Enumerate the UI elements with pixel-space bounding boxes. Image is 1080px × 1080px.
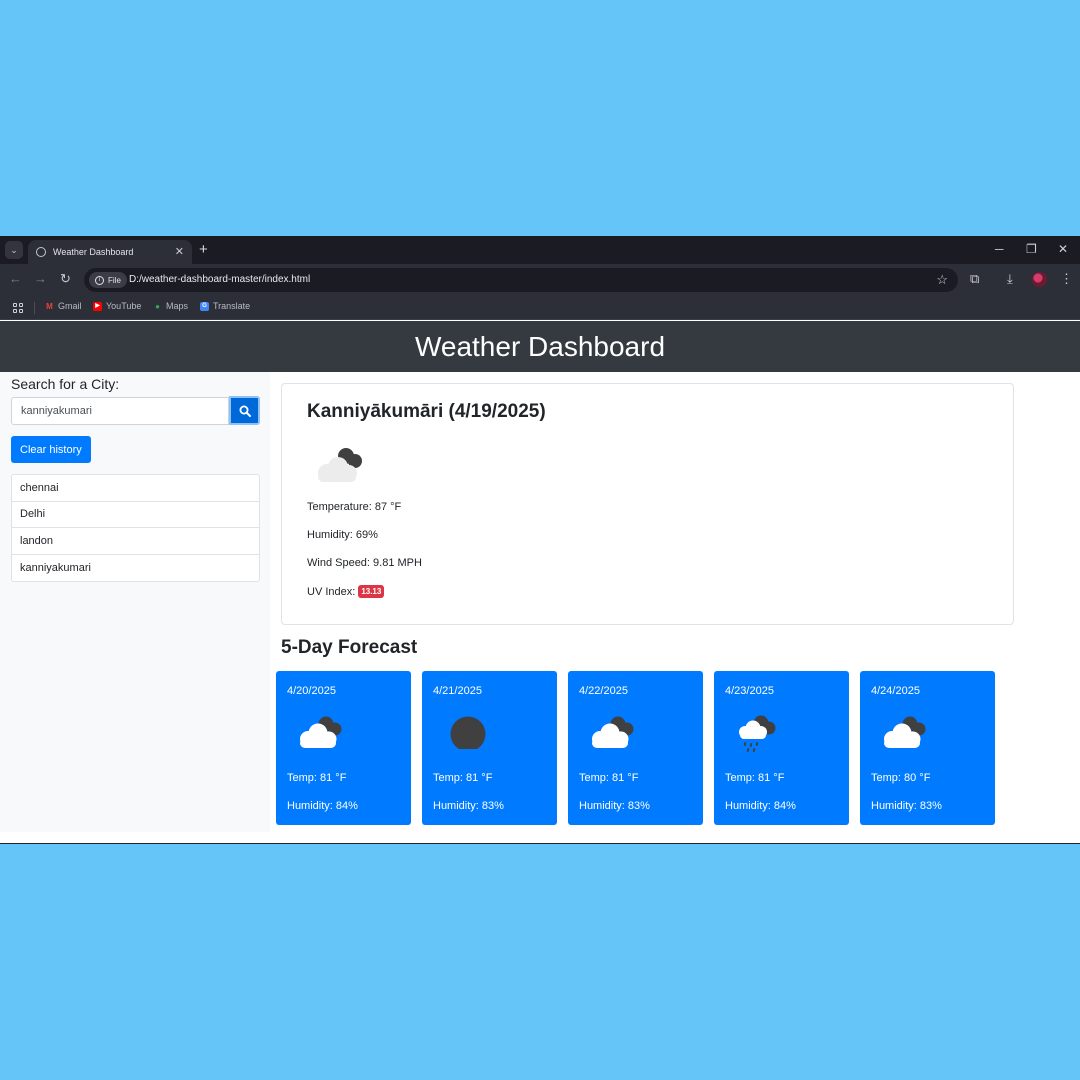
new-tab-icon[interactable]: + — [199, 241, 208, 259]
forecast-humidity: Humidity: 84% — [287, 800, 358, 812]
clear-history-button[interactable]: Clear history — [11, 436, 91, 463]
city-search-input[interactable] — [11, 397, 229, 425]
forecast-temp: Temp: 81 °F — [579, 772, 639, 784]
browser-tab[interactable]: Weather Dashboard ✕ — [28, 240, 192, 264]
forecast-temp: Temp: 80 °F — [871, 772, 931, 784]
history-item[interactable]: Delhi — [12, 502, 259, 528]
bookmark-label: YouTube — [106, 301, 142, 311]
current-humidity: Humidity: 69% — [307, 529, 378, 541]
forecast-humidity: Humidity: 83% — [579, 800, 650, 812]
file-label: File — [108, 275, 121, 285]
tab-search-chevron-icon[interactable]: ⌄ — [5, 241, 23, 259]
cloudy-icon — [592, 716, 634, 748]
forecast-humidity: Humidity: 84% — [725, 800, 796, 812]
bookmark-maps[interactable]: ● Maps — [153, 301, 188, 311]
browser-window: ⌄ Weather Dashboard ✕ + ─ ❐ ✕ ← → ↻ i Fi… — [0, 236, 1080, 844]
globe-icon — [36, 247, 46, 257]
site-header: Weather Dashboard — [0, 321, 1080, 372]
current-temperature: Temperature: 87 °F — [307, 501, 402, 513]
search-sidebar: Search for a City: Clear history chennai… — [0, 372, 270, 832]
bookmark-label: Translate — [213, 301, 251, 311]
forecast-card: 4/22/2025 Temp: 81 °F Humidity: 83% — [568, 671, 703, 825]
current-wind-speed: Wind Speed: 9.81 MPH — [307, 557, 422, 569]
browser-toolbar: ← → ↻ i File D:/weather-dashboard-master… — [0, 264, 1080, 296]
bookmark-gmail[interactable]: M Gmail — [45, 301, 82, 311]
forecast-heading: 5-Day Forecast — [281, 637, 418, 658]
overcast-icon — [450, 716, 486, 749]
cloudy-icon — [884, 716, 926, 748]
address-bar[interactable]: i File D:/weather-dashboard-master/index… — [84, 268, 958, 292]
web-page: Weather Dashboard Search for a City: Cle… — [0, 321, 1080, 844]
gmail-icon: M — [46, 301, 53, 311]
restore-icon[interactable]: ❐ — [1026, 242, 1037, 256]
tab-close-icon[interactable]: ✕ — [175, 246, 184, 258]
uv-label: UV Index: — [307, 586, 356, 598]
forecast-date: 4/24/2025 — [871, 685, 920, 697]
forecast-card: 4/21/2025 Temp: 81 °F Humidity: 83% — [422, 671, 557, 825]
translate-icon: G — [200, 301, 209, 311]
forecast-date: 4/20/2025 — [287, 685, 336, 697]
bookmark-star-icon[interactable]: ☆ — [936, 272, 948, 288]
bookmarks-bar: M Gmail ▶ YouTube ● Maps G Translate — [0, 296, 1080, 320]
forecast-temp: Temp: 81 °F — [433, 772, 493, 784]
history-item[interactable]: chennai — [12, 475, 259, 502]
forecast-humidity: Humidity: 83% — [433, 800, 504, 812]
extensions-icon[interactable]: ⧉ — [970, 272, 979, 286]
page-title: Weather Dashboard — [414, 330, 666, 362]
current-uv-row: UV Index: 13.13 — [307, 585, 385, 598]
search-history-list: chennai Delhi landon kanniyakumari — [11, 474, 260, 582]
bookmark-label: Gmail — [58, 301, 82, 311]
apps-grid-icon[interactable] — [13, 303, 23, 313]
bookmark-youtube[interactable]: ▶ YouTube — [93, 301, 141, 311]
forecast-temp: Temp: 81 °F — [725, 772, 785, 784]
profile-avatar[interactable] — [1032, 272, 1047, 287]
minimize-icon[interactable]: ─ — [995, 242, 1004, 256]
forecast-humidity: Humidity: 83% — [871, 800, 942, 812]
search-icon — [239, 405, 251, 417]
bookmark-label: Maps — [166, 301, 189, 311]
forecast-date: 4/22/2025 — [579, 685, 628, 697]
bookmarks-divider — [34, 302, 35, 314]
forward-icon[interactable]: → — [34, 272, 47, 286]
download-icon[interactable]: ⤓ — [1007, 272, 1013, 286]
maps-icon: ● — [155, 301, 160, 311]
forecast-card: 4/23/2025 Temp: 81 °F Humidity: 84% — [714, 671, 849, 825]
bookmark-translate[interactable]: G Translate — [200, 301, 250, 311]
cloudy-icon — [318, 448, 362, 482]
uv-index-badge: 13.13 — [358, 585, 385, 598]
rain-icon — [739, 715, 776, 752]
reload-icon[interactable]: ↻ — [60, 272, 71, 286]
site-info-chip[interactable]: i File — [89, 272, 127, 288]
current-weather-card: Kanniyākumāri (4/19/2025) Temperature: 8… — [281, 383, 1014, 625]
forecast-date: 4/23/2025 — [725, 685, 774, 697]
close-window-icon[interactable]: ✕ — [1058, 242, 1068, 256]
search-button[interactable] — [229, 396, 260, 425]
forecast-card: 4/20/2025 Temp: 81 °F Humidity: 84% — [276, 671, 411, 825]
tab-strip: ⌄ Weather Dashboard ✕ + ─ ❐ ✕ — [0, 236, 1080, 264]
back-icon[interactable]: ← — [9, 272, 22, 286]
history-item[interactable]: kanniyakumari — [12, 555, 259, 582]
history-item[interactable]: landon — [12, 528, 259, 555]
url-text: D:/weather-dashboard-master/index.html — [129, 274, 311, 285]
window-bottom-border — [0, 843, 1080, 844]
menu-kebab-icon[interactable]: ⋮ — [1060, 272, 1073, 286]
info-icon: i — [95, 275, 104, 285]
search-label: Search for a City: — [11, 376, 120, 392]
forecast-temp: Temp: 81 °F — [287, 772, 347, 784]
forecast-date: 4/21/2025 — [433, 685, 482, 697]
youtube-icon: ▶ — [93, 301, 102, 311]
cloudy-icon — [300, 716, 342, 748]
city-title: Kanniyākumāri (4/19/2025) — [307, 401, 546, 422]
forecast-card: 4/24/2025 Temp: 80 °F Humidity: 83% — [860, 671, 995, 825]
tab-title: Weather Dashboard — [53, 247, 134, 257]
